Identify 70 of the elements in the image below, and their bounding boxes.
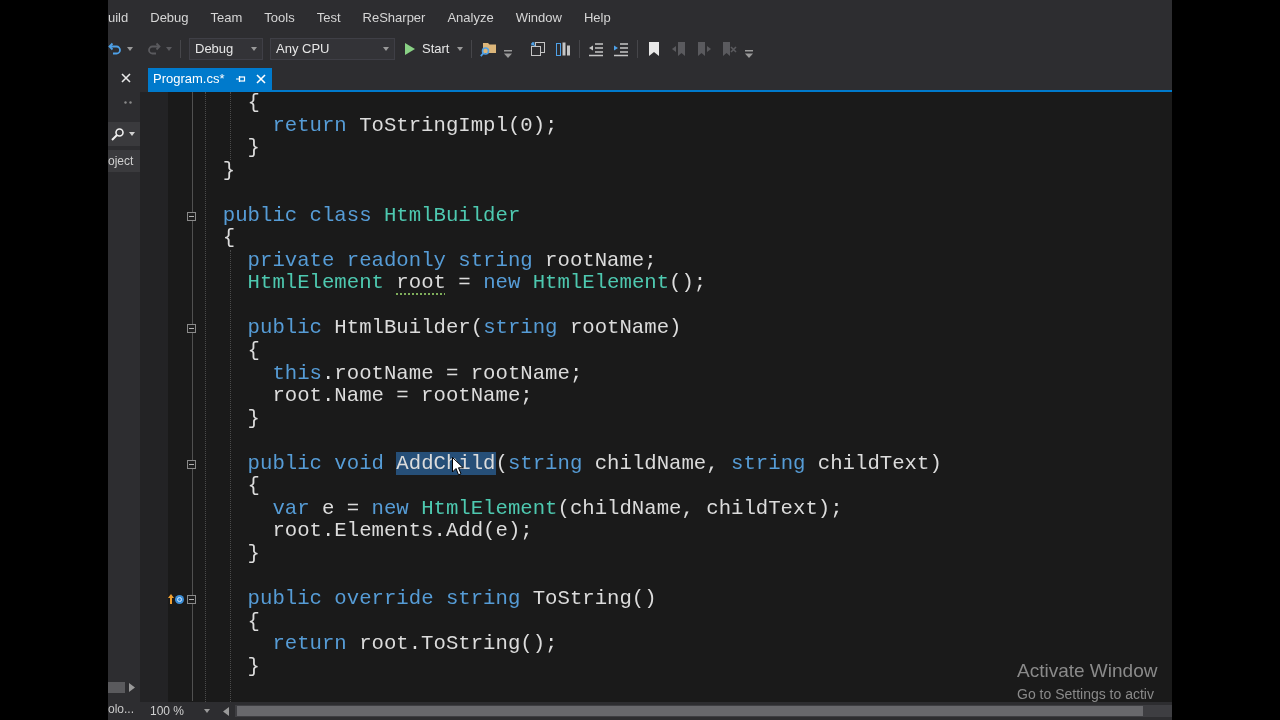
collapse-icon[interactable]: [187, 211, 196, 221]
code-line: root.Name = rootName;: [272, 384, 533, 408]
indent-icon[interactable]: [613, 40, 630, 57]
scroll-right-icon[interactable]: [129, 682, 135, 692]
code-line: public override string ToString(): [247, 587, 657, 611]
document-tab[interactable]: Program.cs*: [148, 68, 272, 90]
zoom-dropdown[interactable]: 100 %: [150, 702, 211, 720]
windows-icon[interactable]: [530, 40, 547, 57]
circle-icon[interactable]: [175, 594, 184, 604]
code-line: var e = new HtmlElement(childName, childText);: [272, 496, 843, 520]
panel-tab[interactable]: olo...: [108, 698, 140, 720]
pin-icon[interactable]: [235, 74, 246, 84]
close-icon[interactable]: [121, 73, 131, 83]
code-line: {: [247, 92, 260, 114]
collapse-icon[interactable]: [187, 324, 196, 334]
tree-item[interactable]: oject: [108, 150, 140, 172]
code-line: public HtmlBuilder(string rootName): [247, 316, 682, 340]
menu-item[interactable]: Tools: [253, 7, 306, 28]
code-line: private readonly string rootName;: [247, 248, 657, 272]
code-line: root.Elements.Add(e);: [272, 519, 533, 543]
columns-icon[interactable]: [555, 40, 572, 57]
play-icon: [405, 42, 415, 55]
code-line: return ToStringImpl(0);: [272, 113, 558, 137]
collapse-icon[interactable]: [187, 459, 196, 469]
overflow-icon[interactable]: [745, 49, 754, 58]
code-line: {: [247, 474, 260, 498]
caret-icon: [166, 46, 172, 51]
menu-item[interactable]: Team: [199, 7, 254, 28]
code-line: }: [247, 136, 260, 160]
code-line: HtmlElement root = new HtmlElement();: [247, 271, 707, 295]
collapse-icon[interactable]: [187, 594, 196, 604]
up-arrow-icon[interactable]: [168, 594, 174, 605]
outdent-icon[interactable]: [588, 40, 605, 57]
activation-subtitle: Go to Settings to activ: [1017, 686, 1155, 703]
search-button[interactable]: [108, 122, 140, 146]
caret-icon: [383, 46, 389, 51]
search-icon: [111, 127, 124, 141]
scrollbar-thumb[interactable]: [237, 706, 1143, 716]
caret-icon: [204, 709, 211, 713]
code-line: }: [247, 654, 260, 678]
folder-search-icon[interactable]: [480, 40, 497, 57]
menu-item[interactable]: Test: [305, 7, 352, 28]
dropdown[interactable]: Any CPU: [270, 37, 395, 60]
start-button[interactable]: Start: [405, 37, 464, 60]
activation-title: Activate Window: [1017, 659, 1158, 683]
menu-item[interactable]: Help: [572, 7, 622, 28]
code-line: }: [247, 406, 260, 430]
code-line: }: [247, 541, 260, 565]
dropdown[interactable]: Debug: [189, 37, 263, 60]
undo-icon[interactable]: [108, 41, 122, 56]
menu-item[interactable]: Analyze: [436, 7, 505, 28]
overflow-icon[interactable]: [504, 49, 513, 58]
caret-icon: [251, 46, 257, 51]
grip-icon[interactable]: [124, 100, 132, 104]
code-line: return root.ToString();: [272, 632, 558, 656]
caret-icon: [457, 46, 464, 51]
menu-item[interactable]: Window: [504, 7, 573, 28]
code-line: {: [222, 226, 236, 250]
menu-item[interactable]: ReSharper: [351, 7, 437, 28]
menu-item[interactable]: uild: [108, 7, 140, 28]
caret-icon: [129, 132, 135, 136]
menu-item[interactable]: Debug: [139, 7, 200, 28]
caret-icon: [127, 46, 133, 51]
code-line: public class HtmlBuilder: [222, 203, 521, 227]
scrollbar-thumb[interactable]: [108, 681, 125, 693]
scroll-left-icon[interactable]: [223, 706, 230, 716]
code-line: }: [222, 158, 236, 182]
code-line: {: [247, 339, 260, 362]
code-line: this.rootName = rootName;: [272, 361, 583, 385]
code-line: {: [247, 609, 260, 633]
